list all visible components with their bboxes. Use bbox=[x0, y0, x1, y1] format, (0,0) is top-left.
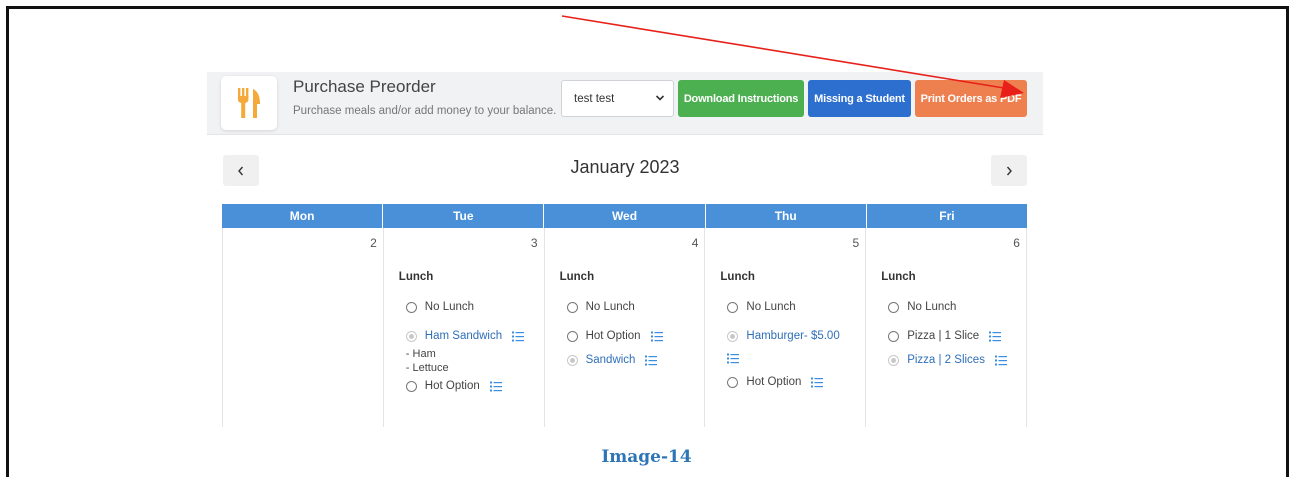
page-subtitle: Purchase meals and/or add money to your … bbox=[293, 105, 557, 117]
meal-option[interactable]: Hamburger- $5.00 bbox=[727, 330, 840, 342]
meal-option[interactable]: No Lunch bbox=[727, 301, 796, 313]
day-number: 3 bbox=[530, 236, 538, 250]
weekday-thu: Thu bbox=[706, 204, 867, 228]
day-cell-wed: 4 Lunch No Lunch Hot Option Sandwich bbox=[543, 228, 705, 427]
page-title: Purchase Preorder bbox=[293, 77, 436, 96]
option-label: Hamburger- $5.00 bbox=[746, 330, 840, 342]
meal-label: Lunch bbox=[720, 271, 755, 283]
radio-button[interactable] bbox=[727, 377, 739, 388]
list-icon[interactable] bbox=[727, 353, 740, 364]
day-number: 6 bbox=[1013, 236, 1020, 250]
option-label: Hot Option bbox=[746, 376, 802, 388]
next-month-button[interactable] bbox=[991, 155, 1027, 186]
meal-option[interactable]: Pizza | 1 Slice bbox=[888, 330, 1002, 342]
option-label: No Lunch bbox=[907, 301, 957, 313]
page-header: Purchase Preorder Purchase meals and/or … bbox=[207, 72, 1043, 134]
radio-button[interactable] bbox=[888, 331, 900, 342]
fork-knife-icon bbox=[238, 88, 260, 118]
radio-button[interactable] bbox=[405, 331, 417, 342]
day-number: 5 bbox=[852, 236, 860, 250]
meal-option[interactable]: Ham Sandwich bbox=[405, 330, 525, 342]
option-label: Sandwich bbox=[585, 354, 636, 366]
day-cell-mon: 2 bbox=[222, 228, 383, 427]
radio-button[interactable] bbox=[888, 302, 900, 313]
day-number: 4 bbox=[691, 236, 699, 250]
list-icon[interactable] bbox=[811, 377, 824, 388]
meal-option[interactable]: No Lunch bbox=[888, 301, 956, 313]
day-cell-fri: 6 Lunch No Lunch Pizza | 1 Slice Pizza |… bbox=[865, 228, 1027, 427]
meal-option[interactable]: No Lunch bbox=[405, 301, 475, 313]
meal-option[interactable]: Hot Option bbox=[405, 380, 502, 392]
meal-option[interactable]: Hot Option bbox=[727, 376, 824, 388]
print-orders-pdf-button[interactable]: Print Orders as PDF bbox=[915, 80, 1027, 117]
meal-option[interactable]: No Lunch bbox=[566, 301, 635, 313]
student-select[interactable]: test test bbox=[561, 80, 674, 117]
list-icon[interactable] bbox=[989, 331, 1002, 342]
list-icon[interactable] bbox=[512, 331, 525, 342]
preorder-app: Purchase Preorder Purchase meals and/or … bbox=[207, 72, 1043, 427]
option-label: Pizza | 1 Slice bbox=[907, 330, 980, 342]
day-cell-tue: 3 Lunch No Lunch Ham Sandwich - Ham - Le… bbox=[382, 228, 544, 427]
day-cell-thu: 5 Lunch No Lunch Hamburger- $5.00 Hot Op… bbox=[704, 228, 865, 427]
radio-button[interactable] bbox=[405, 381, 417, 392]
list-icon[interactable] bbox=[489, 381, 502, 392]
radio-button[interactable] bbox=[566, 302, 578, 313]
month-title: January 2023 bbox=[570, 157, 680, 177]
option-label: Pizza | 2 Slices bbox=[907, 354, 985, 366]
option-label: Ham Sandwich bbox=[424, 330, 503, 342]
weekday-wed: Wed bbox=[544, 204, 706, 228]
meal-option[interactable]: Pizza | 2 Slices bbox=[888, 354, 1007, 366]
option-label: No Lunch bbox=[585, 301, 635, 313]
day-number: 2 bbox=[370, 236, 377, 250]
option-label: No Lunch bbox=[746, 301, 796, 313]
list-icon[interactable] bbox=[650, 331, 663, 342]
option-detail: - Lettuce bbox=[405, 362, 449, 374]
meal-option[interactable]: Sandwich bbox=[566, 354, 658, 366]
image-caption: Image-14 bbox=[601, 447, 692, 467]
radio-button[interactable] bbox=[405, 302, 417, 313]
radio-button[interactable] bbox=[727, 302, 739, 313]
calendar-card: January 2023 Mon Tue Wed Thu Fri 2 3 Lun… bbox=[207, 134, 1043, 427]
logo bbox=[221, 76, 277, 130]
option-label: Hot Option bbox=[424, 380, 480, 392]
weekday-mon: Mon bbox=[222, 204, 384, 228]
meal-label: Lunch bbox=[881, 271, 916, 283]
list-icon[interactable] bbox=[645, 355, 658, 366]
weekday-header: Mon Tue Wed Thu Fri bbox=[222, 204, 1027, 228]
download-instructions-button[interactable]: Download Instructions bbox=[678, 80, 804, 117]
weekday-fri: Fri bbox=[939, 209, 955, 223]
meal-label: Lunch bbox=[398, 271, 434, 283]
student-select-value: test test bbox=[574, 92, 615, 105]
missing-student-button[interactable]: Missing a Student bbox=[808, 80, 911, 117]
option-label: Hot Option bbox=[585, 330, 641, 342]
weekday-tue: Tue bbox=[383, 204, 545, 228]
meal-option[interactable]: Hot Option bbox=[566, 330, 663, 342]
option-detail: - Ham bbox=[405, 348, 436, 360]
chevron-down-icon bbox=[655, 95, 665, 101]
option-label: No Lunch bbox=[424, 301, 475, 313]
meal-label: Lunch bbox=[559, 271, 595, 283]
radio-button[interactable] bbox=[566, 331, 578, 342]
calendar-grid: 2 3 Lunch No Lunch Ham Sandwich - Ham - … bbox=[222, 228, 1027, 427]
radio-button[interactable] bbox=[566, 355, 578, 366]
list-icon[interactable] bbox=[994, 355, 1007, 366]
chevron-right-icon bbox=[1006, 166, 1012, 175]
radio-button[interactable] bbox=[727, 331, 739, 342]
radio-button[interactable] bbox=[888, 355, 900, 366]
